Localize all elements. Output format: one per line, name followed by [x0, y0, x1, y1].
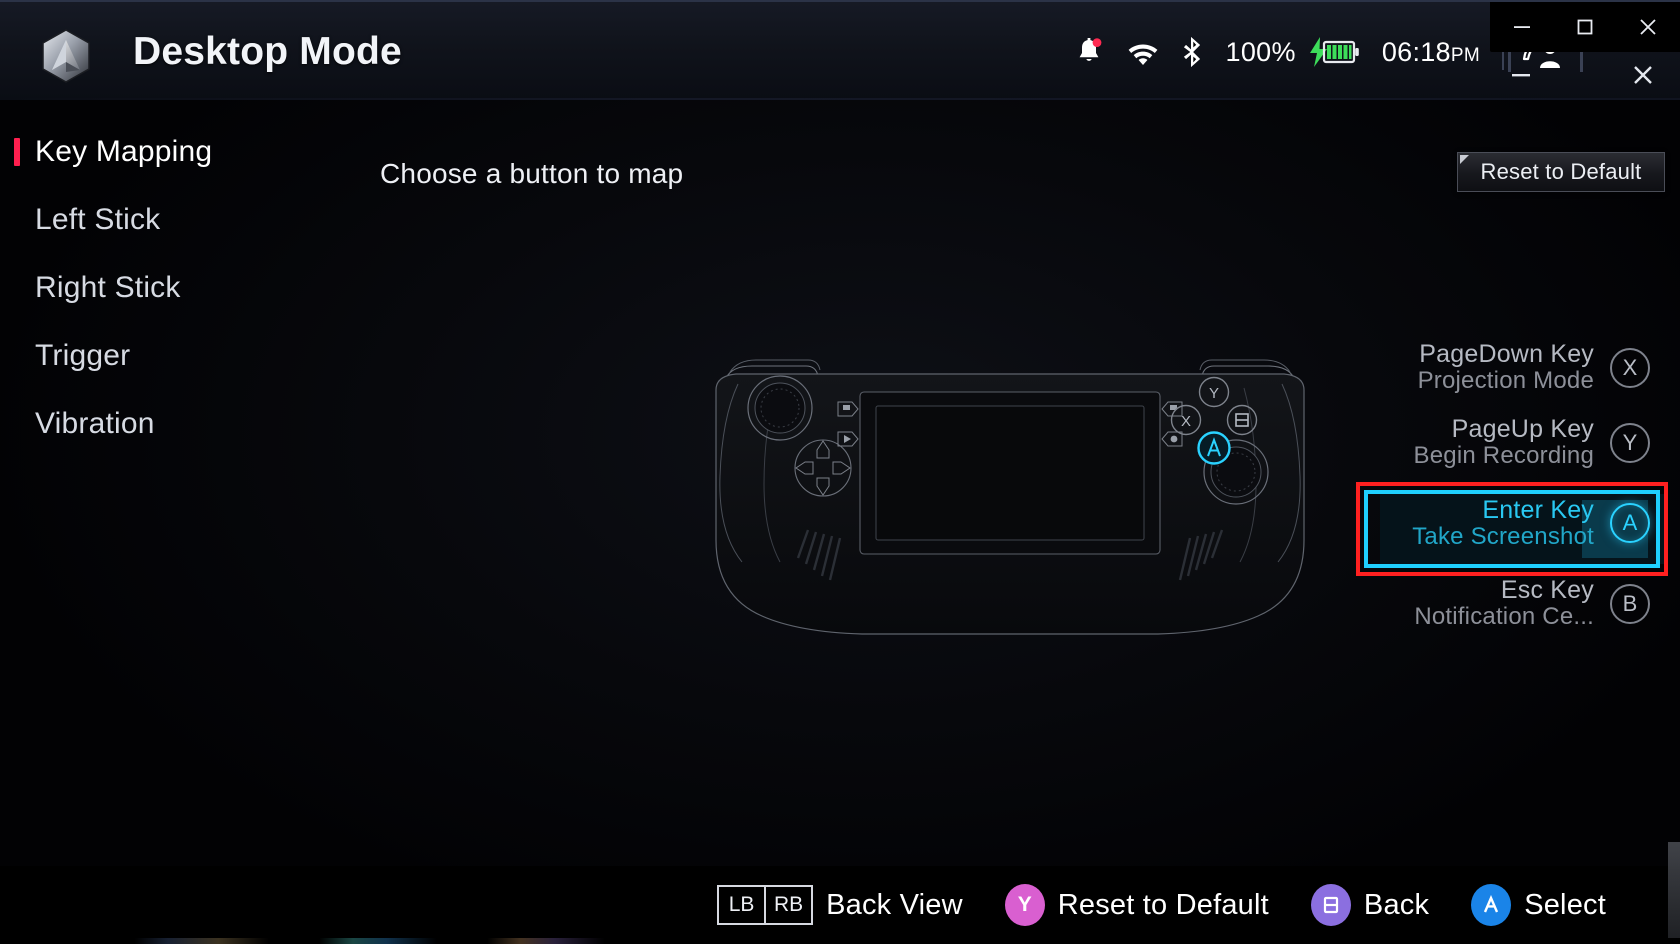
status-tray: 100% 06:18PM: [1074, 2, 1504, 102]
mapping-row-esc[interactable]: Esc Key Notification Ce... B: [1368, 566, 1668, 641]
mapping-action-label: Projection Mode: [1417, 367, 1594, 395]
title-bar: Desktop Mode 100% 06:18PM: [0, 0, 1680, 100]
sidebar-item-label: Right Stick: [35, 271, 181, 304]
sidebar-item-label: Vibration: [35, 407, 155, 440]
mapping-action-label: Begin Recording: [1413, 442, 1594, 470]
sidebar-item-vibration[interactable]: Vibration: [0, 390, 330, 458]
reset-to-default-label: Reset to Default: [1480, 159, 1642, 184]
mapping-action-label: Take Screenshot: [1412, 522, 1594, 550]
key-mapping-list: PageDown Key Projection Mode X PageUp Ke…: [1356, 330, 1668, 641]
shoulder-buttons-icon: LB RB: [717, 885, 814, 925]
taskbar-strip: [0, 938, 1680, 944]
mapping-key-label: PageDown Key: [1419, 340, 1594, 369]
footer-action-label: Reset to Default: [1057, 888, 1269, 921]
battery-charging-icon: [1306, 36, 1360, 68]
maximize-icon[interactable]: [1560, 7, 1610, 47]
mapping-row-pageup[interactable]: PageUp Key Begin Recording Y: [1368, 405, 1668, 480]
window-controls-overlay: [1490, 2, 1680, 52]
clock-time: 06:18: [1381, 36, 1451, 67]
mapping-key-label: PageUp Key: [1451, 415, 1594, 444]
instruction-text: Choose a button to map: [380, 158, 684, 189]
button-badge-y[interactable]: Y: [1610, 422, 1650, 463]
reset-to-default-button[interactable]: Reset to Default: [1457, 152, 1665, 192]
minimize-icon[interactable]: [1495, 53, 1547, 97]
wifi-icon[interactable]: [1126, 38, 1160, 66]
footer-action-select[interactable]: Select: [1471, 884, 1606, 926]
active-marker: [14, 138, 20, 166]
button-badge-x[interactable]: X: [1610, 347, 1650, 388]
mapping-key-label: Esc Key: [1500, 576, 1594, 605]
footer-action-reset-to-default[interactable]: Y Reset to Default: [1004, 884, 1269, 926]
minimize-icon[interactable]: [1497, 7, 1547, 47]
b-button-icon: [1310, 884, 1351, 926]
footer-action-label: Back View: [826, 888, 963, 921]
button-badge-b[interactable]: B: [1610, 583, 1650, 624]
app-window: Desktop Mode 100% 06:18PM Key Mapping Le…: [0, 0, 1680, 944]
sidebar-item-label: Key Mapping: [35, 135, 213, 168]
sidebar-item-label: Left Stick: [35, 203, 161, 236]
svg-text:Y: Y: [1209, 385, 1219, 402]
a-button-icon: [1471, 884, 1512, 926]
lb-key-icon: LB: [717, 885, 766, 925]
clock: 06:18PM: [1382, 37, 1480, 68]
sidebar-item-key-mapping[interactable]: Key Mapping: [0, 118, 330, 186]
footer-action-label: Back: [1363, 888, 1430, 921]
y-button-icon: Y: [1004, 884, 1045, 926]
sidebar-item-label: Trigger: [35, 339, 131, 372]
handheld-device-illustration: Y X: [680, 350, 1340, 640]
battery-percent-label: 100%: [1225, 36, 1296, 67]
sidebar-item-trigger[interactable]: Trigger: [0, 322, 330, 390]
sidebar-nav: Key Mapping Left Stick Right Stick Trigg…: [0, 118, 330, 458]
close-icon[interactable]: [1623, 7, 1673, 47]
page-title: Desktop Mode: [133, 30, 402, 73]
button-badge-a[interactable]: A: [1610, 503, 1650, 543]
footer-action-back-view[interactable]: LB RB Back View: [717, 885, 963, 925]
clock-ampm: PM: [1450, 44, 1480, 66]
hexagon-logo-icon: [40, 28, 92, 84]
window-controls: [1490, 52, 1674, 98]
bell-icon[interactable]: [1074, 36, 1104, 68]
bluetooth-icon[interactable]: [1182, 35, 1204, 69]
close-icon[interactable]: [1617, 53, 1669, 97]
rb-key-icon: RB: [765, 885, 814, 925]
footer-action-back[interactable]: Back: [1310, 884, 1430, 926]
mapping-key-label: Enter Key: [1482, 495, 1594, 524]
mapping-action-label: Notification Ce...: [1414, 603, 1594, 631]
sidebar-item-left-stick[interactable]: Left Stick: [0, 186, 330, 254]
sidebar-item-right-stick[interactable]: Right Stick: [0, 254, 330, 322]
mapping-row-enter[interactable]: Enter Key Take Screenshot A: [1368, 480, 1668, 566]
scrollbar-edge[interactable]: [1668, 842, 1680, 938]
footer-action-label: Select: [1524, 888, 1606, 921]
svg-text:X: X: [1181, 413, 1191, 430]
footer-hint-bar: LB RB Back View Y Reset to Default Back …: [0, 866, 1680, 944]
mapping-row-pagedown[interactable]: PageDown Key Projection Mode X: [1368, 330, 1668, 405]
